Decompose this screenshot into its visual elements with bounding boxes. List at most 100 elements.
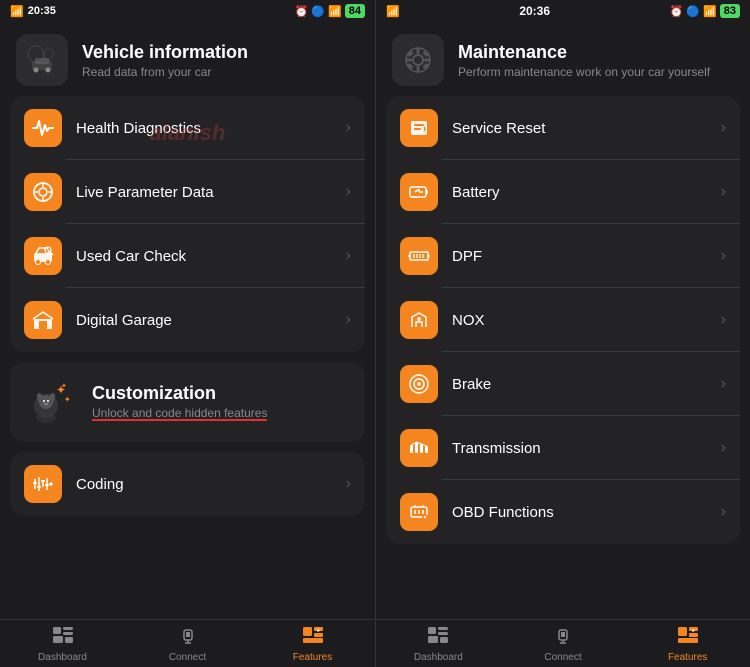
status-icons-right: 📶 (386, 5, 400, 18)
dashboard-icon-right (427, 626, 449, 650)
customization-title: Customization (92, 383, 267, 404)
service-chevron: › (721, 119, 726, 137)
nox-icon (400, 301, 438, 339)
maintenance-menu: Service Reset › Battery › (386, 96, 740, 544)
dpf-label: DPF (452, 248, 707, 265)
right-panel-header: Maintenance Perform maintenance work on … (376, 22, 750, 96)
live-parameter-item[interactable]: Live Parameter Data › (10, 160, 365, 224)
garage-label: Digital Garage (76, 312, 332, 329)
brake-item[interactable]: Brake › (386, 352, 740, 416)
right-nav-features-label: Features (668, 652, 707, 663)
transmission-label: Transmission (452, 440, 707, 457)
transmission-item[interactable]: Transmission › (386, 416, 740, 480)
coding-label: Coding (76, 476, 332, 493)
used-car-icon (24, 237, 62, 275)
left-header-subtitle: Read data from your car (82, 65, 248, 79)
battery-right: 83 (720, 4, 740, 18)
live-chevron: › (346, 183, 351, 201)
right-header-text: Maintenance Perform maintenance work on … (458, 42, 710, 79)
digital-garage-item[interactable]: Digital Garage › (10, 288, 365, 352)
vehicle-info-menu: Health Diagnostics › Live Parameter Data (10, 96, 365, 352)
coding-section: Coding › (10, 452, 365, 516)
right-nav-features[interactable]: ★ Features (625, 626, 750, 663)
customization-subtitle: Unlock and code hidden features (92, 406, 267, 420)
right-nav-connect-label: Connect (544, 652, 581, 663)
used-car-label: Used Car Check (76, 248, 332, 265)
right-nav-dashboard[interactable]: Dashboard (376, 626, 501, 663)
features-icon-right: ★ (677, 626, 699, 650)
health-chevron: › (346, 119, 351, 137)
nox-chevron: › (721, 311, 726, 329)
wifi-icon-left: 📶 (328, 5, 342, 18)
health-label: Health Diagnostics (76, 120, 332, 137)
left-nav-dashboard[interactable]: Dashboard (0, 626, 125, 663)
svg-text:✦: ✦ (61, 382, 67, 390)
dpf-icon (400, 237, 438, 275)
left-phone-panel: 📶 20:35 ⏰ 🔵 📶 84 Vehicle information (0, 0, 375, 667)
battery-menu-icon (400, 173, 438, 211)
alarm-icon: ⏰ (295, 5, 309, 18)
icons-right: 📶 (386, 5, 400, 18)
alarm-icon-right: ⏰ (670, 5, 684, 18)
status-right-left: ⏰ 🔵 📶 84 (295, 4, 365, 18)
obd-label: OBD Functions (452, 504, 707, 521)
health-diagnostics-item[interactable]: Health Diagnostics › (10, 96, 365, 160)
left-nav-dashboard-label: Dashboard (38, 652, 87, 663)
status-time-right: 20:36 (519, 4, 550, 18)
bt-icon: 🔵 (311, 5, 325, 18)
obd-icon (400, 493, 438, 531)
left-panel-header: Vehicle information Read data from your … (0, 22, 375, 96)
right-nav-dashboard-label: Dashboard (414, 652, 463, 663)
battery-chevron: › (721, 183, 726, 201)
svg-text:★: ★ (316, 628, 321, 634)
right-bottom-nav: Dashboard Connect (376, 619, 750, 667)
garage-icon (24, 301, 62, 339)
coding-item[interactable]: Coding › (10, 452, 365, 516)
connect-icon-right (552, 626, 574, 650)
battery-label: Battery (452, 184, 707, 201)
status-battery-right: ⏰ 🔵 📶 83 (670, 4, 740, 18)
left-nav-features[interactable]: ★ Features (250, 626, 375, 663)
left-nav-connect[interactable]: Connect (125, 626, 250, 663)
svg-text:★: ★ (691, 628, 696, 634)
transmission-icon (400, 429, 438, 467)
used-car-chevron: › (346, 247, 351, 265)
garage-chevron: › (346, 311, 351, 329)
right-header-subtitle: Perform maintenance work on your car you… (458, 65, 710, 79)
left-panel-content: Health Diagnostics › Live Parameter Data (0, 96, 375, 619)
brake-label: Brake (452, 376, 707, 393)
custom-icon-area: ✦ ✦ ✦ (26, 376, 78, 428)
left-header-title: Vehicle information (82, 42, 248, 63)
left-header-text: Vehicle information Read data from your … (82, 42, 248, 79)
left-nav-connect-label: Connect (169, 652, 206, 663)
service-label: Service Reset (452, 120, 707, 137)
used-car-item[interactable]: Used Car Check › (10, 224, 365, 288)
left-status-bar: 📶 20:35 ⏰ 🔵 📶 84 (0, 0, 375, 22)
dashboard-icon-left (52, 626, 74, 650)
dpf-item[interactable]: DPF › (386, 224, 740, 288)
brake-chevron: › (721, 375, 726, 393)
features-icon-left: ★ (302, 626, 324, 650)
customization-text: Customization Unlock and code hidden fea… (92, 383, 267, 422)
coding-icon (24, 465, 62, 503)
obd-item[interactable]: OBD Functions › (386, 480, 740, 544)
obd-chevron: › (721, 503, 726, 521)
coding-chevron: › (346, 475, 351, 493)
right-panel-content: Service Reset › Battery › (376, 96, 750, 619)
transmission-chevron: › (721, 439, 726, 457)
live-label: Live Parameter Data (76, 184, 332, 201)
left-bottom-nav: Dashboard Connect (0, 619, 375, 667)
vehicle-info-icon (16, 34, 68, 86)
battery-item[interactable]: Battery › (386, 160, 740, 224)
status-time-left: 📶 20:35 (10, 5, 56, 18)
svg-text:✦: ✦ (64, 395, 71, 404)
health-icon (24, 109, 62, 147)
service-reset-item[interactable]: Service Reset › (386, 96, 740, 160)
right-nav-connect[interactable]: Connect (501, 626, 626, 663)
dpf-chevron: › (721, 247, 726, 265)
right-status-bar: 📶 20:36 ⏰ 🔵 📶 83 (376, 0, 750, 22)
maintenance-icon-bg (392, 34, 444, 86)
connect-icon-left (177, 626, 199, 650)
nox-item[interactable]: NOX › (386, 288, 740, 352)
customization-section[interactable]: ✦ ✦ ✦ Customization Unlock and code hidd… (10, 362, 365, 442)
